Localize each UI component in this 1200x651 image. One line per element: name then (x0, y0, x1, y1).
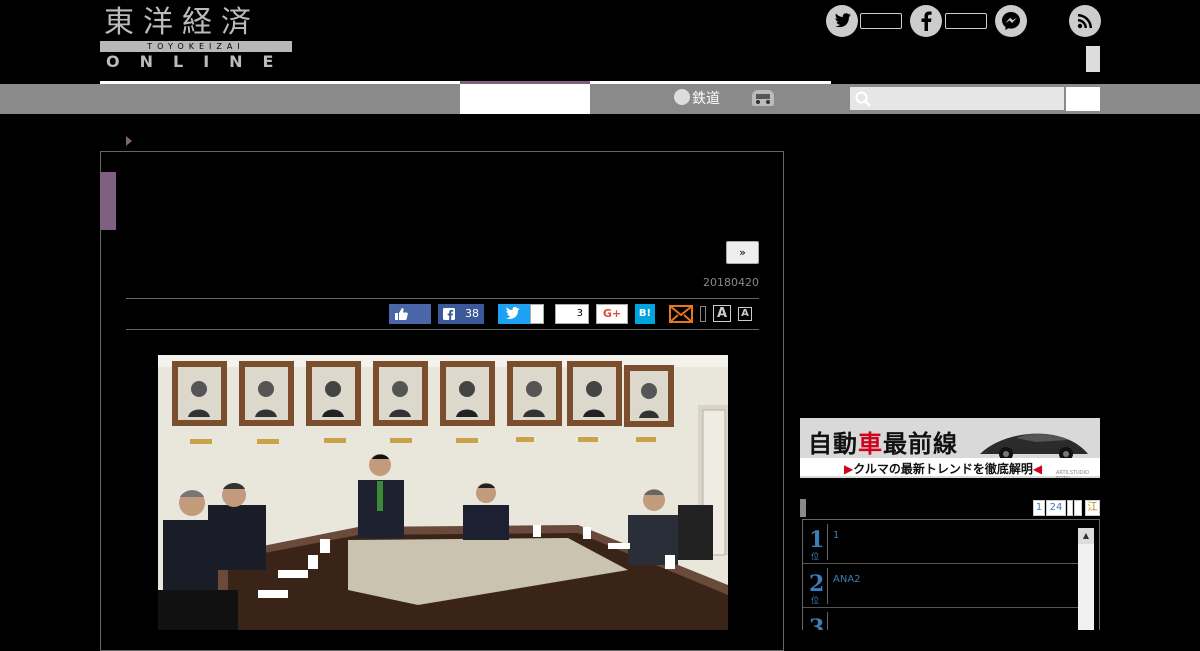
nav-rail-label: 鉄道 (692, 91, 720, 107)
ranking-unit: 位 (811, 552, 819, 561)
font-size-large-button[interactable]: A (713, 305, 731, 322)
ranking-header: 1 24 江 (800, 499, 1100, 517)
sports-car-image (980, 433, 1088, 461)
ranking-title[interactable]: ANA2 (833, 574, 861, 585)
ranking-divider (827, 568, 828, 604)
ranking-number: 3 (809, 615, 825, 630)
scroll-up-icon[interactable]: ▲ (1078, 528, 1094, 544)
ranking-tab-24[interactable]: 24 (1046, 500, 1066, 516)
nav-tab-rail[interactable]: 鉄道 (674, 88, 720, 110)
breadcrumb-arrow-icon (126, 136, 132, 146)
twitter-icon[interactable] (826, 5, 858, 37)
share-bar-top-rule (126, 298, 759, 299)
site-logo[interactable]: 東洋経済 TOYOKEIZAI ONLINE (100, 6, 294, 72)
share-bar-bottom-rule (126, 329, 759, 330)
title-accent-bar (100, 172, 116, 230)
ranking-item[interactable]: 2 位 ANA2 (803, 564, 1079, 608)
logo-roman: TOYOKEIZAI (147, 42, 245, 51)
article-date: 20180420 (703, 276, 759, 289)
header-menu-button[interactable] (1086, 46, 1100, 72)
mail-icon[interactable] (669, 305, 693, 323)
print-button[interactable] (700, 306, 706, 322)
facebook-follow-count[interactable] (945, 13, 987, 29)
facebook-like-button[interactable] (389, 304, 431, 324)
facebook-share-button[interactable]: 38 (438, 304, 484, 324)
logo-kanji: 東洋経済 (104, 5, 260, 40)
twitter-share-icon (506, 306, 520, 319)
ranking-number: 2 (809, 571, 825, 597)
ranking-list: 1 位 1 2 位 ANA2 3 位 (802, 519, 1100, 630)
ranking-unit: 位 (811, 596, 819, 605)
search-button[interactable] (1066, 87, 1100, 111)
nav-tab-active[interactable] (460, 84, 590, 114)
logo-online: ONLINE (106, 52, 294, 71)
ranking-divider (827, 612, 828, 630)
ranking-tab-4[interactable] (1074, 500, 1082, 516)
twitter-share-button[interactable] (498, 304, 530, 324)
banner-title: 自動車最前線 (808, 429, 958, 458)
ranking-title[interactable]: 1 (833, 530, 839, 541)
twitter-follow-count[interactable] (860, 13, 902, 29)
ranking-marker (800, 499, 806, 517)
messenger-icon[interactable] (995, 5, 1027, 37)
font-size-small-button[interactable]: A (738, 307, 752, 321)
search-input[interactable] (850, 87, 1064, 110)
search-icon (854, 90, 872, 108)
ranking-tab-1[interactable]: 1 (1033, 500, 1045, 516)
facebook-share-icon (443, 308, 455, 320)
pocket-share-count[interactable]: 3 (555, 304, 589, 324)
ranking-number: 1 (809, 527, 825, 553)
train-icon (674, 89, 690, 105)
ranking-divider (827, 524, 828, 560)
banner-credit: ARTILSTUDIO FOTO (1056, 470, 1089, 478)
hatena-bookmark-button[interactable]: B! (635, 304, 655, 324)
rss-icon[interactable] (1069, 5, 1101, 37)
car-feature-banner[interactable]: 自動車最前線 ▶クルマの最新トレンドを徹底解明◀ ARTILSTUDIO FOT… (800, 418, 1100, 478)
thumbs-up-icon (395, 308, 408, 320)
next-page-button[interactable]: » (726, 241, 759, 264)
twitter-share-count (530, 304, 544, 324)
ranking-tab-3[interactable] (1067, 500, 1073, 516)
car-icon[interactable] (752, 90, 774, 106)
article-photo (158, 355, 728, 630)
ranking-tab-5[interactable]: 江 (1085, 500, 1100, 516)
ranking-item[interactable]: 1 位 1 (803, 520, 1079, 564)
facebook-icon[interactable] (910, 5, 942, 37)
ranking-scrollbar[interactable]: ▲ (1078, 528, 1094, 630)
banner-subtitle: ▶クルマの最新トレンドを徹底解明◀ (844, 462, 1043, 476)
facebook-share-count: 38 (465, 307, 479, 320)
google-plus-share-button[interactable]: G+ (596, 304, 628, 324)
ranking-item[interactable]: 3 位 (803, 608, 1079, 630)
